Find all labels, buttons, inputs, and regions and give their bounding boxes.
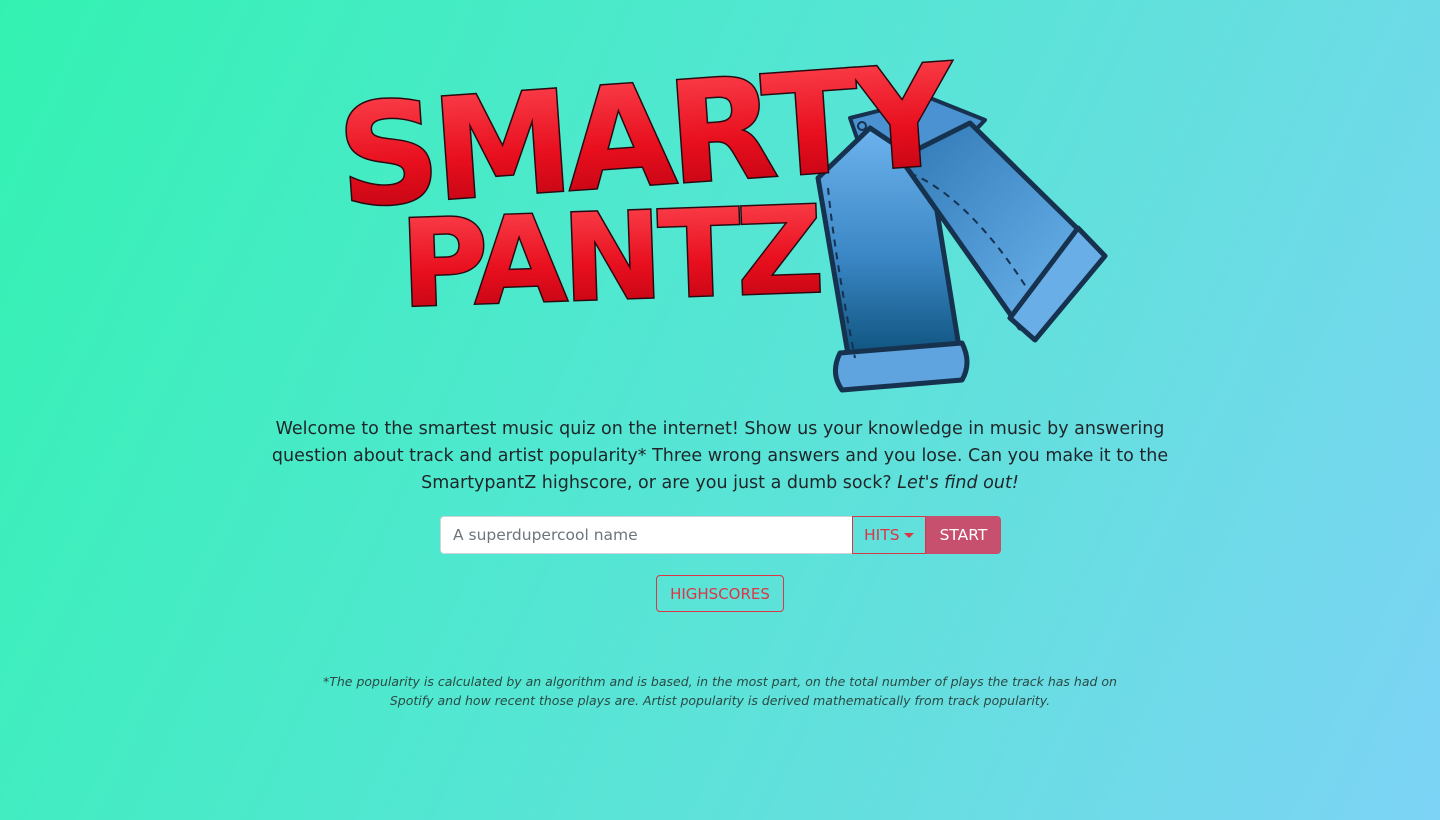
caret-down-icon bbox=[903, 533, 914, 538]
smartypantz-logo: SMARTY PANTZ bbox=[330, 28, 1120, 398]
popularity-footnote: *The popularity is calculated by an algo… bbox=[323, 674, 1117, 708]
intro-emphasis: Let's find out! bbox=[897, 473, 1019, 493]
intro-text: Welcome to the smartest music quiz on th… bbox=[240, 416, 1200, 497]
intro-body: Welcome to the smartest music quiz on th… bbox=[271, 419, 1169, 493]
player-name-input[interactable] bbox=[440, 516, 853, 554]
logo-line-2: PANTZ bbox=[398, 181, 822, 335]
start-form: HITS START bbox=[440, 516, 1001, 554]
mode-dropdown-label: HITS bbox=[864, 526, 900, 544]
start-button[interactable]: START bbox=[926, 516, 1001, 554]
mode-dropdown-button[interactable]: HITS bbox=[852, 516, 926, 554]
highscores-button[interactable]: HIGHSCORES bbox=[656, 575, 784, 612]
